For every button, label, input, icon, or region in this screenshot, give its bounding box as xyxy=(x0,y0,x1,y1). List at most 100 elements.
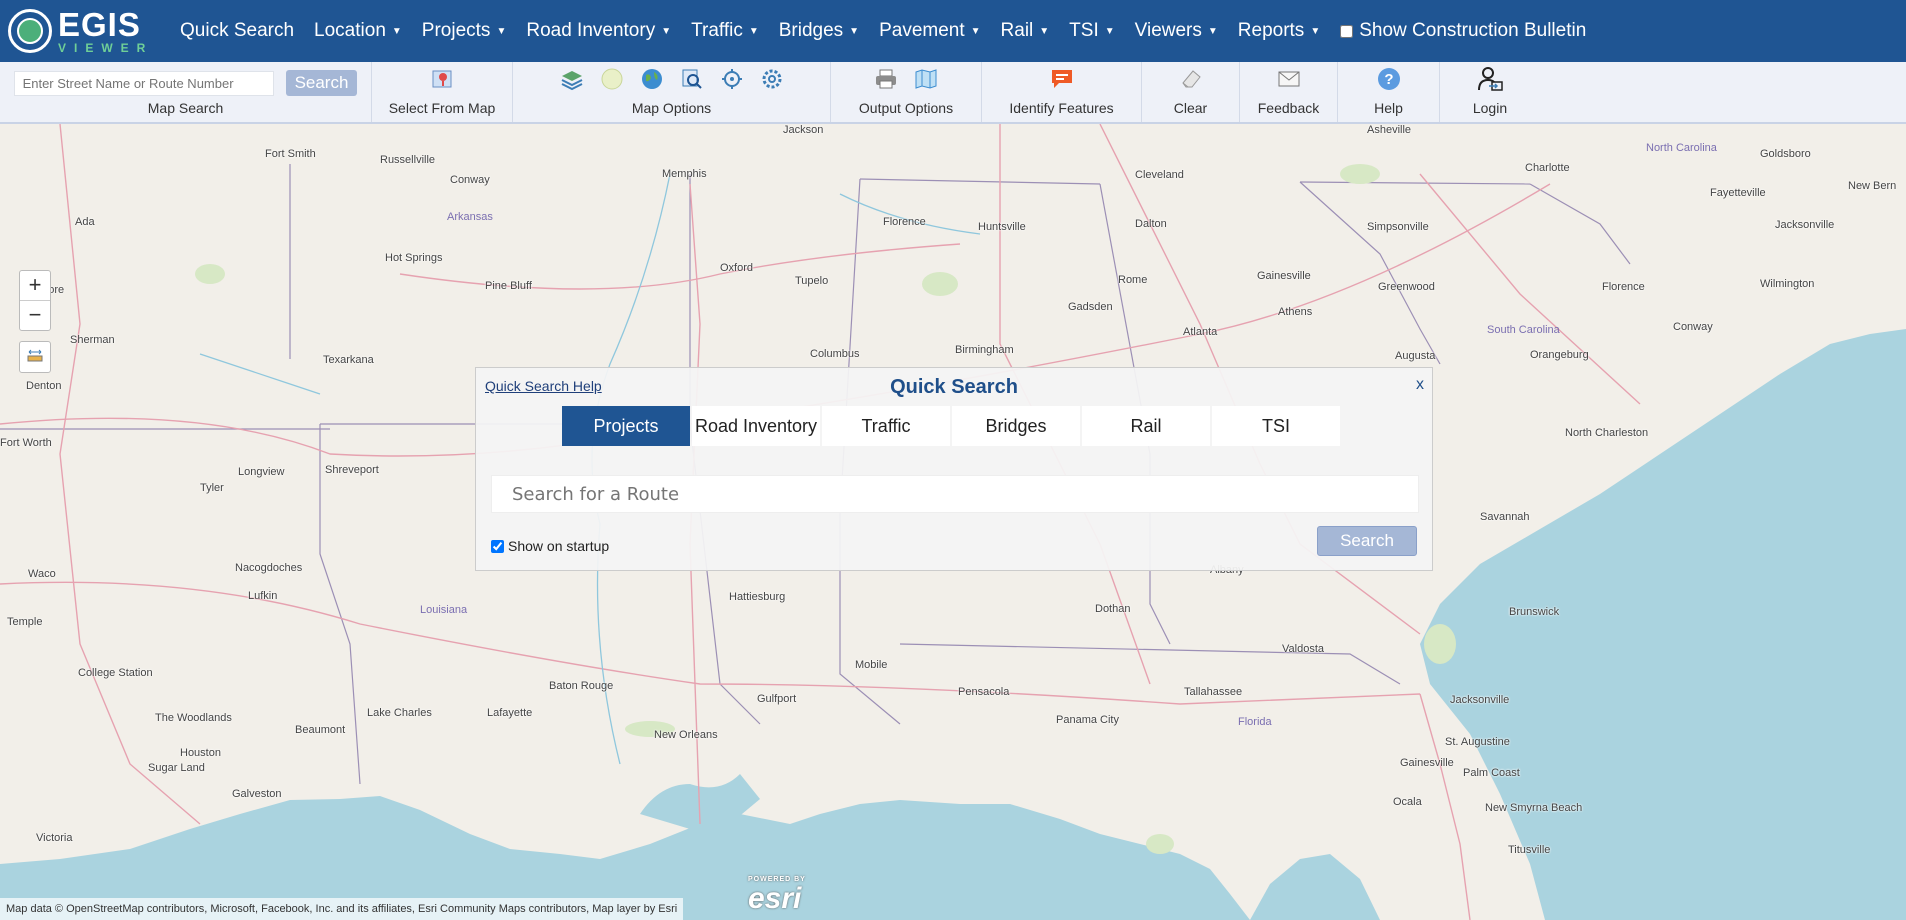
city-label: Gadsden xyxy=(1068,301,1113,313)
nav-road-inventory[interactable]: Road Inventory ▼ xyxy=(516,20,681,42)
identify-features-button[interactable]: Identify Features xyxy=(982,62,1142,122)
city-label: Baton Rouge xyxy=(549,680,614,692)
city-label: Athens xyxy=(1278,306,1313,318)
city-label: Jackson xyxy=(783,124,824,136)
city-label: Simpsonville xyxy=(1367,221,1429,233)
nav-projects[interactable]: Projects ▼ xyxy=(412,20,517,42)
city-label: Hattiesburg xyxy=(729,591,786,603)
zoom-out-button[interactable]: − xyxy=(20,300,50,330)
quick-search-title: Quick Search xyxy=(890,376,1018,398)
chevron-down-icon: ▼ xyxy=(748,25,759,37)
chevron-down-icon: ▼ xyxy=(391,25,402,37)
tab-rail[interactable]: Rail xyxy=(1082,406,1210,446)
state-label: Arkansas xyxy=(447,211,493,223)
settings-gear-icon[interactable] xyxy=(759,66,785,92)
login-button[interactable]: Login xyxy=(1440,62,1540,122)
city-label: Mobile xyxy=(855,659,888,671)
city-label: Shreveport xyxy=(325,464,379,476)
layers-icon[interactable] xyxy=(559,66,585,92)
city-label: Ocala xyxy=(1393,796,1422,808)
city-label: Nacogdoches xyxy=(235,562,303,574)
state-label: North Carolina xyxy=(1646,142,1717,154)
city-label: Charlotte xyxy=(1525,162,1570,174)
clear-button[interactable]: Clear xyxy=(1142,62,1240,122)
city-label: Gainesville xyxy=(1400,757,1454,769)
map-search-group: Search Map Search xyxy=(0,62,372,122)
city-label: Gainesville xyxy=(1257,270,1311,282)
close-button[interactable]: x xyxy=(1416,376,1424,394)
city-label: Wilmington xyxy=(1760,278,1815,290)
tab-traffic[interactable]: Traffic xyxy=(822,406,950,446)
esri-logo: POWERED BY esri xyxy=(748,876,806,915)
logo-globe-icon xyxy=(8,9,52,53)
output-options-group: Output Options xyxy=(831,62,982,122)
city-label: Columbus xyxy=(810,348,860,360)
state-label: Louisiana xyxy=(420,604,468,616)
quick-search-dialog: Quick Search Help Quick Search x Project… xyxy=(475,367,1433,571)
city-label: Jacksonville xyxy=(1775,219,1835,231)
map-attribution: Map data © OpenStreetMap contributors, M… xyxy=(0,898,684,920)
tab-road-inventory[interactable]: Road Inventory xyxy=(692,406,820,446)
nav-bridges[interactable]: Bridges ▼ xyxy=(769,20,869,42)
nav-tsi[interactable]: TSI ▼ xyxy=(1059,20,1124,42)
city-label: Tupelo xyxy=(795,275,829,287)
logo-subtext: VIEWER xyxy=(58,41,154,55)
nav-pavement[interactable]: Pavement ▼ xyxy=(869,20,990,42)
zoom-to-extent-icon[interactable] xyxy=(679,66,705,92)
map-search-label: Map Search xyxy=(147,100,224,116)
logo-text: EGIS xyxy=(58,6,141,43)
city-label: Pine Bluff xyxy=(485,280,532,292)
show-on-startup-checkbox[interactable] xyxy=(491,539,504,553)
city-label: Longview xyxy=(238,466,285,478)
city-label: Beaumont xyxy=(295,724,346,736)
city-label: Galveston xyxy=(232,788,282,800)
tab-tsi[interactable]: TSI xyxy=(1212,406,1340,446)
quick-search-button[interactable]: Search xyxy=(1317,526,1417,556)
nav-reports[interactable]: Reports ▼ xyxy=(1228,20,1330,42)
city-label: Tyler xyxy=(200,482,224,494)
show-on-startup-toggle[interactable]: Show on startup xyxy=(491,538,609,554)
street-search-button[interactable]: Search xyxy=(285,70,358,96)
city-label: Ada xyxy=(75,216,95,228)
envelope-icon xyxy=(1276,66,1302,92)
tab-projects[interactable]: Projects xyxy=(562,406,690,446)
chevron-down-icon: ▼ xyxy=(1104,25,1115,37)
construction-bulletin-checkbox[interactable] xyxy=(1340,24,1354,38)
nav-traffic[interactable]: Traffic ▼ xyxy=(681,20,769,42)
help-button[interactable]: ? Help xyxy=(1338,62,1440,122)
chevron-down-icon: ▼ xyxy=(496,25,507,37)
construction-bulletin-toggle[interactable]: Show Construction Bulletin xyxy=(1330,20,1596,42)
map-export-icon[interactable] xyxy=(913,66,939,92)
city-label: Savannah xyxy=(1480,511,1530,523)
city-label: Conway xyxy=(450,174,490,186)
nav-location[interactable]: Location ▼ xyxy=(304,20,412,42)
city-label: The Woodlands xyxy=(155,712,232,724)
basemap-icon[interactable] xyxy=(599,66,625,92)
printer-icon[interactable] xyxy=(873,66,899,92)
tab-bridges[interactable]: Bridges xyxy=(952,406,1080,446)
comment-icon xyxy=(1049,66,1075,92)
nav-rail[interactable]: Rail ▼ xyxy=(991,20,1060,42)
route-search-input[interactable] xyxy=(491,475,1419,513)
egis-logo[interactable]: EGIS VIEWER xyxy=(0,0,170,62)
city-label: Fort Worth xyxy=(0,437,52,449)
select-from-map-button[interactable]: Select From Map xyxy=(372,62,513,122)
nav-viewers[interactable]: Viewers ▼ xyxy=(1125,20,1228,42)
eraser-icon xyxy=(1178,66,1204,92)
city-label: Birmingham xyxy=(955,344,1014,356)
nav-quick-search[interactable]: Quick Search xyxy=(170,20,304,42)
street-search-input[interactable] xyxy=(13,70,274,96)
city-label: Orangeburg xyxy=(1530,349,1589,361)
locate-icon[interactable] xyxy=(719,66,745,92)
zoom-in-button[interactable]: + xyxy=(20,271,50,300)
map-pin-icon xyxy=(429,66,455,92)
city-label: Lafayette xyxy=(487,707,533,719)
feedback-button[interactable]: Feedback xyxy=(1240,62,1338,122)
ruler-icon xyxy=(26,346,44,369)
city-label: Conway xyxy=(1673,321,1713,333)
city-label: Huntsville xyxy=(978,221,1026,233)
state-label: South Carolina xyxy=(1487,324,1560,336)
globe-icon[interactable] xyxy=(639,66,665,92)
city-label: Sugar Land xyxy=(148,762,205,774)
measure-tool-button[interactable] xyxy=(19,341,51,373)
